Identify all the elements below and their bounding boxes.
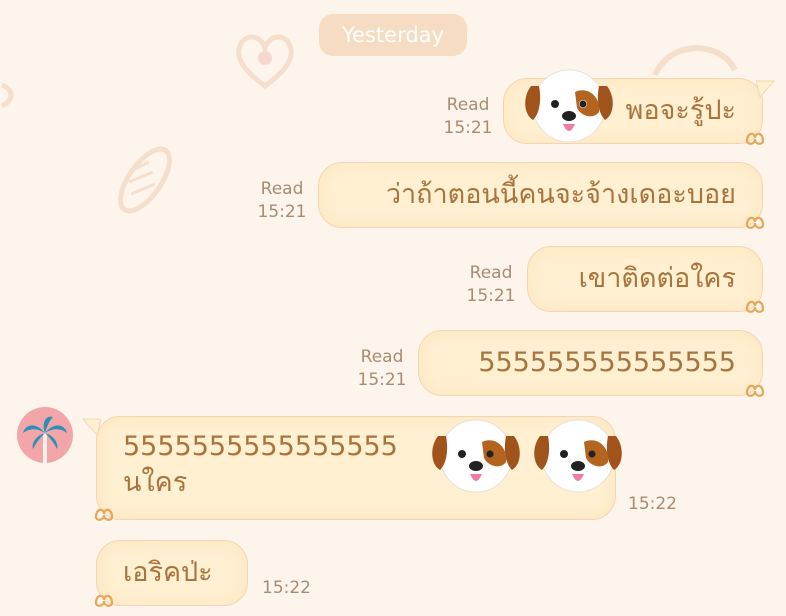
bubble-tail: [81, 418, 101, 437]
pretzel-icon: [94, 508, 114, 521]
bread-doodle-icon: [118, 146, 172, 214]
incoming-message-bubble[interactable]: เอริคป่ะ: [94, 540, 248, 607]
message-meta: Read 15:21: [354, 346, 410, 392]
message-text: 555555555555555: [478, 347, 736, 378]
message-time: 15:22: [262, 578, 311, 598]
pretzel-icon: [745, 216, 765, 229]
dog-face-emoji-icon: [534, 419, 622, 493]
message-text: เขาติดต่อใคร: [578, 263, 736, 294]
pretzel-icon: [745, 300, 765, 313]
message-time: 15:22: [628, 494, 677, 514]
read-status: Read: [469, 263, 513, 283]
contact-avatar[interactable]: [17, 407, 73, 463]
pretzel-icon: [94, 594, 114, 607]
date-separator-label: Yesterday: [342, 23, 444, 47]
outgoing-message-bubble[interactable]: ว่าถ้าตอนนี้คนจะจ้างเดอะบอย: [318, 162, 765, 229]
message-time: 15:21: [357, 370, 407, 390]
message-text: เอริคป่ะ: [123, 557, 213, 588]
dog-face-emoji-icon: [525, 69, 613, 143]
heart-doodle-icon: [236, 34, 294, 90]
doodle-fragment-icon: [0, 82, 14, 109]
message-meta: Read 15:21: [254, 178, 310, 224]
bubble-tail: [756, 80, 776, 99]
message-text: พอจะรู้ปะ: [625, 95, 736, 126]
read-status: Read: [446, 95, 490, 115]
pretzel-icon: [745, 384, 765, 397]
message-time: 15:21: [257, 202, 307, 222]
palm-tree-icon: [23, 416, 67, 463]
message-time: 15:21: [466, 286, 516, 306]
message-time: 15:21: [443, 118, 493, 138]
message-meta: Read 15:21: [463, 262, 519, 308]
message-meta: Read 15:21: [440, 94, 496, 140]
outgoing-message-bubble[interactable]: 555555555555555: [418, 330, 765, 397]
read-status: Read: [360, 347, 404, 367]
message-text: ว่าถ้าตอนนี้คนจะจ้างเดอะบอย: [385, 179, 736, 210]
dog-face-emoji-icon: [432, 419, 520, 493]
pretzel-icon: [745, 132, 765, 145]
outgoing-message-bubble[interactable]: เขาติดต่อใคร: [527, 246, 765, 313]
read-status: Read: [260, 179, 304, 199]
date-separator: Yesterday: [319, 14, 467, 56]
